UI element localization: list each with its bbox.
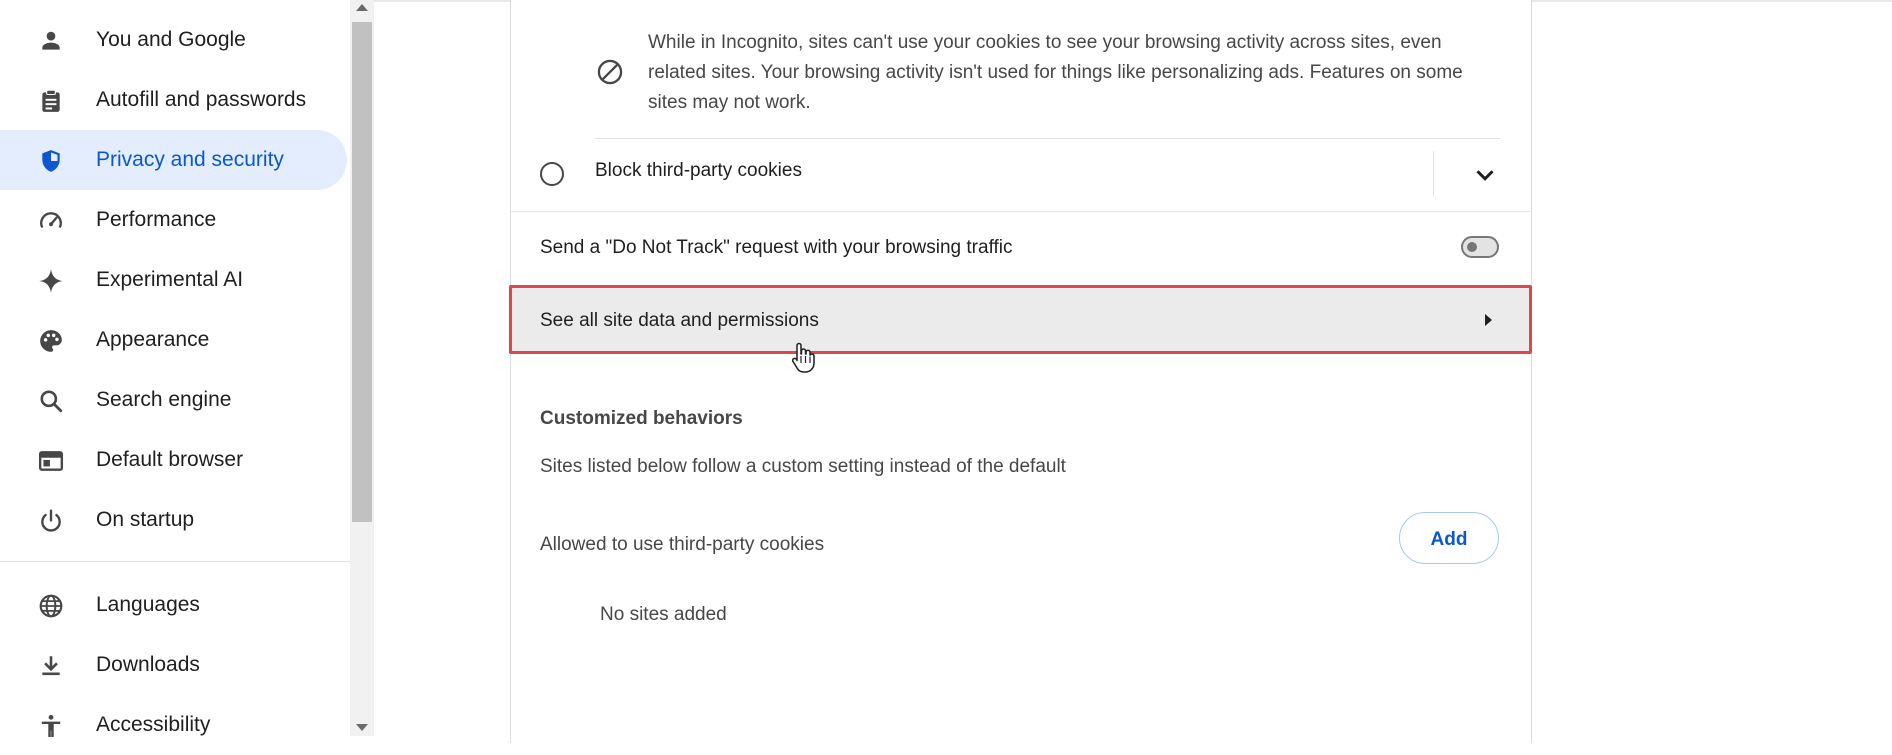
sidebar-item-label: Performance xyxy=(96,208,217,231)
block-third-party-radio[interactable] xyxy=(540,162,564,186)
speedometer-icon xyxy=(38,208,64,234)
sidebar-item-privacy[interactable]: Privacy and security xyxy=(0,130,347,190)
add-button[interactable]: Add xyxy=(1399,512,1499,564)
sidebar-item-accessibility[interactable]: Accessibility xyxy=(0,695,347,755)
sidebar-item-appearance[interactable]: Appearance xyxy=(0,310,347,370)
search-icon xyxy=(38,388,64,414)
palette-icon xyxy=(38,328,64,354)
sidebar-item-default-browser[interactable]: Default browser xyxy=(0,430,347,490)
scroll-up-arrow-icon[interactable] xyxy=(356,4,368,11)
site-data-permissions-label: See all site data and permissions xyxy=(540,310,819,331)
toggle-knob xyxy=(1467,242,1477,252)
do-not-track-toggle[interactable] xyxy=(1461,236,1499,258)
sidebar-item-experimental-ai[interactable]: Experimental AI xyxy=(0,250,347,310)
sidebar-item-label: Languages xyxy=(96,593,200,616)
chevron-down-icon[interactable] xyxy=(1470,160,1500,190)
sidebar-item-label: Privacy and security xyxy=(96,148,284,171)
power-icon xyxy=(38,508,64,534)
sidebar-item-label: Downloads xyxy=(96,653,200,676)
sidebar-item-performance[interactable]: Performance xyxy=(0,190,347,250)
sidebar-item-label: Experimental AI xyxy=(96,268,244,291)
customized-behaviors-title: Customized behaviors xyxy=(540,408,743,429)
sidebar-item-label: Accessibility xyxy=(96,713,211,736)
sidebar-item-search-engine[interactable]: Search engine xyxy=(0,370,347,430)
scroll-thumb[interactable] xyxy=(352,22,372,522)
do-not-track-label: Send a "Do Not Track" request with your … xyxy=(540,237,1013,258)
settings-sidebar: You and Google Autofill and passwords Pr… xyxy=(0,0,350,738)
no-sites-text: No sites added xyxy=(600,604,727,625)
globe-icon xyxy=(38,593,64,619)
sidebar-item-languages[interactable]: Languages xyxy=(0,575,347,635)
allowed-third-party-label: Allowed to use third-party cookies xyxy=(540,534,825,555)
scroll-down-arrow-icon[interactable] xyxy=(356,724,368,731)
sidebar-scrollbar[interactable] xyxy=(350,0,374,736)
sidebar-item-you-and-google[interactable]: You and Google xyxy=(0,10,347,70)
sidebar-item-label: Autofill and passwords xyxy=(96,88,307,111)
sidebar-item-label: You and Google xyxy=(96,28,246,51)
shield-icon xyxy=(38,148,64,174)
sidebar-item-label: On startup xyxy=(96,508,195,531)
incognito-description: While in Incognito, sites can't use your… xyxy=(648,32,1463,113)
sidebar-item-downloads[interactable]: Downloads xyxy=(0,635,347,695)
browser-window-icon xyxy=(38,448,64,474)
divider xyxy=(595,138,1500,139)
person-icon xyxy=(38,28,64,54)
arrow-right-icon[interactable] xyxy=(1485,314,1492,326)
sidebar-item-label: Appearance xyxy=(96,328,210,351)
customized-behaviors-description: Sites listed below follow a custom setti… xyxy=(540,456,1066,477)
sidebar-item-on-startup[interactable]: On startup xyxy=(0,490,347,550)
sidebar-item-autofill[interactable]: Autofill and passwords xyxy=(0,70,347,130)
block-icon xyxy=(596,58,624,86)
block-third-party-label: Block third-party cookies xyxy=(595,160,802,181)
sparkle-icon xyxy=(38,268,64,294)
vertical-divider xyxy=(1433,151,1434,197)
sidebar-item-label: Search engine xyxy=(96,388,232,411)
clipboard-icon xyxy=(38,88,64,114)
hand-cursor-icon xyxy=(788,340,818,376)
divider xyxy=(511,211,1530,212)
download-icon xyxy=(38,653,64,679)
sidebar-divider xyxy=(0,561,350,562)
accessibility-icon xyxy=(38,713,64,739)
sidebar-item-label: Default browser xyxy=(96,448,244,471)
